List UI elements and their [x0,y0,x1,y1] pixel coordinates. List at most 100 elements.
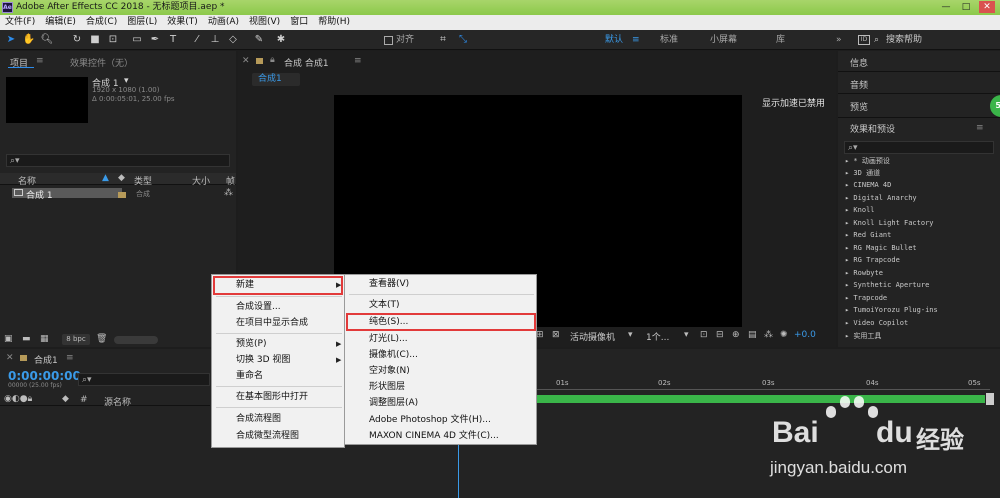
effect-category[interactable]: ▸ * 动画预设 [845,156,890,168]
effect-category[interactable]: ▸ Knoll Light Factory [845,219,934,231]
viewer-tab-title[interactable]: 合成 合成1 [284,56,329,69]
transparency-grid-icon[interactable]: ⊞ [536,330,544,340]
menu-item-comp-mini-flowchart[interactable]: 合成微型流程图 [236,428,299,444]
audio-panel-tab[interactable]: 音频 [850,78,868,91]
toggle-pixel-icon[interactable]: ⊡ [700,330,708,340]
label-icon[interactable]: ◆ [62,394,69,404]
effects-controls-tab[interactable]: 效果控件（无） [70,56,133,69]
submenu-item-null-object[interactable]: 空对象(N) [369,363,410,379]
effect-category[interactable]: ▸ Trapcode [845,294,887,306]
project-search-input[interactable]: ⌕▾ [6,154,230,167]
column-name[interactable]: 名称 [18,174,36,187]
submenu-item-photoshop-file[interactable]: Adobe Photoshop 文件(H)... [369,412,491,428]
snap-expand-icon[interactable]: ⤡ [456,33,470,47]
bit-depth-button[interactable]: 8 bpc [62,334,90,345]
timeline-tab-menu-icon[interactable]: ≡ [66,353,74,363]
column-frame[interactable]: 帧 [226,174,235,187]
info-panel-tab[interactable]: 信息 [850,56,868,69]
timeline-icon[interactable]: ▤ [748,330,757,340]
timeline-search-input[interactable]: ⌕▾ [78,373,210,386]
submenu-item-shape-layer[interactable]: 形状图层 [369,379,405,395]
help-search-input[interactable]: 搜索帮助 [886,33,922,47]
align-checkbox[interactable] [384,36,393,45]
submenu-item-light[interactable]: 灯光(L)... [369,331,408,347]
views-select[interactable]: 1个... [646,330,669,343]
exposure-value[interactable]: +0.0 [794,330,816,340]
mask-visibility-icon[interactable]: ⊠ [552,330,560,340]
maximize-icon[interactable]: □ [958,1,974,13]
comp-dropdown-icon[interactable]: ▾ [124,76,129,86]
menu-item-preview[interactable]: 预览(P) [236,336,266,352]
menu-window[interactable]: 窗口 [285,15,313,30]
effects-menu-icon[interactable]: ≡ [976,123,984,133]
viewer-sub-tab[interactable]: 合成1 [252,73,300,86]
help-search[interactable]: ⌕ 搜索帮助 [862,33,992,47]
close-icon[interactable]: ✕ [979,1,995,13]
effect-category[interactable]: ▸ Knoll [845,206,875,218]
effect-category[interactable]: ▸ RG Magic Bullet [845,244,917,256]
effects-presets-tab[interactable]: 效果和预设 [850,122,895,135]
timeline-tab[interactable]: 合成1 [34,353,58,366]
workspace-standard[interactable]: 标准 [660,33,678,47]
workspace-small-screen[interactable]: 小屏幕 [710,33,737,47]
menu-item-comp-flowchart[interactable]: 合成流程图 [236,411,281,427]
flowchart-view-icon[interactable]: ⁂ [764,330,773,340]
menu-item-switch-3d-view[interactable]: 切换 3D 视图 [236,352,290,368]
effect-category[interactable]: ▸ Red Giant [845,231,891,243]
submenu-item-adjustment-layer[interactable]: 调整图层(A) [369,395,418,411]
menu-view[interactable]: 视图(V) [244,15,285,30]
new-composition-icon[interactable]: ▦ [40,334,49,344]
menu-composition[interactable]: 合成(C) [81,15,122,30]
submenu-item-cinema4d-file[interactable]: MAXON CINEMA 4D 文件(C)... [369,428,499,444]
menu-effect[interactable]: 效果(T) [162,15,203,30]
hand-tool-icon[interactable]: ✋ [22,33,36,47]
lock-icon[interactable]: 🔒︎ [270,55,275,65]
viewer-tab-menu-icon[interactable]: ≡ [354,56,362,66]
more-workspaces-icon[interactable]: » [836,33,842,47]
submenu-item-camera[interactable]: 摄像机(C)... [369,347,418,363]
source-name-col[interactable]: 源名称 [104,395,131,408]
label-color-swatch[interactable] [118,190,126,200]
puppet-tool-icon[interactable]: ✱ [274,33,288,47]
current-timecode[interactable]: 0:00:00:00 [8,369,81,383]
menu-item-reveal-in-project[interactable]: 在项目中显示合成 [236,315,308,331]
rectangle-tool-icon[interactable]: ▭ [130,33,144,47]
effect-category[interactable]: ▸ CINEMA 4D [845,181,891,193]
menu-item-open-essential-graphics[interactable]: 在基本图形中打开 [236,389,308,405]
effect-category[interactable]: ▸ 3D 通道 [845,168,880,180]
menu-edit[interactable]: 编辑(E) [40,15,81,30]
project-item-row[interactable]: 合成 1 合成 ⁂ [0,187,236,201]
menu-layer[interactable]: 图层(L) [122,15,162,30]
av-switches-icon[interactable]: ◉◐●🔒︎ [4,394,32,404]
rotate-tool-icon[interactable]: ↻ [70,33,84,47]
camera-select[interactable]: 活动摄像机 [570,330,615,343]
workspace-menu-icon[interactable]: ≡ [632,33,640,47]
timeline-close-icon[interactable]: ✕ [6,353,14,363]
workspace-default[interactable]: 默认 [605,33,623,47]
submenu-item-viewer[interactable]: 查看器(V) [369,276,409,292]
effect-category[interactable]: ▸ TumoiYorozu Plug-ins [845,306,938,318]
fast-preview-icon[interactable]: ⊕ [732,330,740,340]
type-tool-icon[interactable]: T [166,33,180,47]
submenu-item-text[interactable]: 文本(T) [369,297,400,313]
preview-panel-tab[interactable]: 预览 [850,100,868,113]
column-type[interactable]: 类型 [134,174,152,187]
effect-category[interactable]: ▸ 实用工具 [845,331,881,343]
sort-up-icon[interactable]: ▲ [102,173,109,183]
effects-search-input[interactable]: ⌕▾ [844,141,994,154]
new-folder-icon[interactable]: ▬ [22,334,31,344]
zoom-tool-icon[interactable]: 🔍︎ [40,33,54,47]
snap-icon[interactable]: ⌗ [436,33,450,47]
project-tab-menu-icon[interactable]: ≡ [36,56,44,66]
camera-dropdown-icon[interactable]: ▾ [628,330,633,340]
brush-tool-icon[interactable]: ⁄ [190,33,204,47]
effect-category[interactable]: ▸ Rowbyte [845,269,883,281]
selection-tool-icon[interactable]: ➤ [4,33,18,47]
workspace-library[interactable]: 库 [776,33,785,47]
camera-tool-icon[interactable]: ■ [88,33,102,47]
eraser-tool-icon[interactable]: ◇ [226,33,240,47]
roto-brush-tool-icon[interactable]: ✎ [252,33,266,47]
notification-badge[interactable]: 54 [990,95,1000,117]
trash-icon[interactable]: 🗑︎ [96,334,107,344]
effect-category[interactable]: ▸ Video Copilot [845,319,908,331]
